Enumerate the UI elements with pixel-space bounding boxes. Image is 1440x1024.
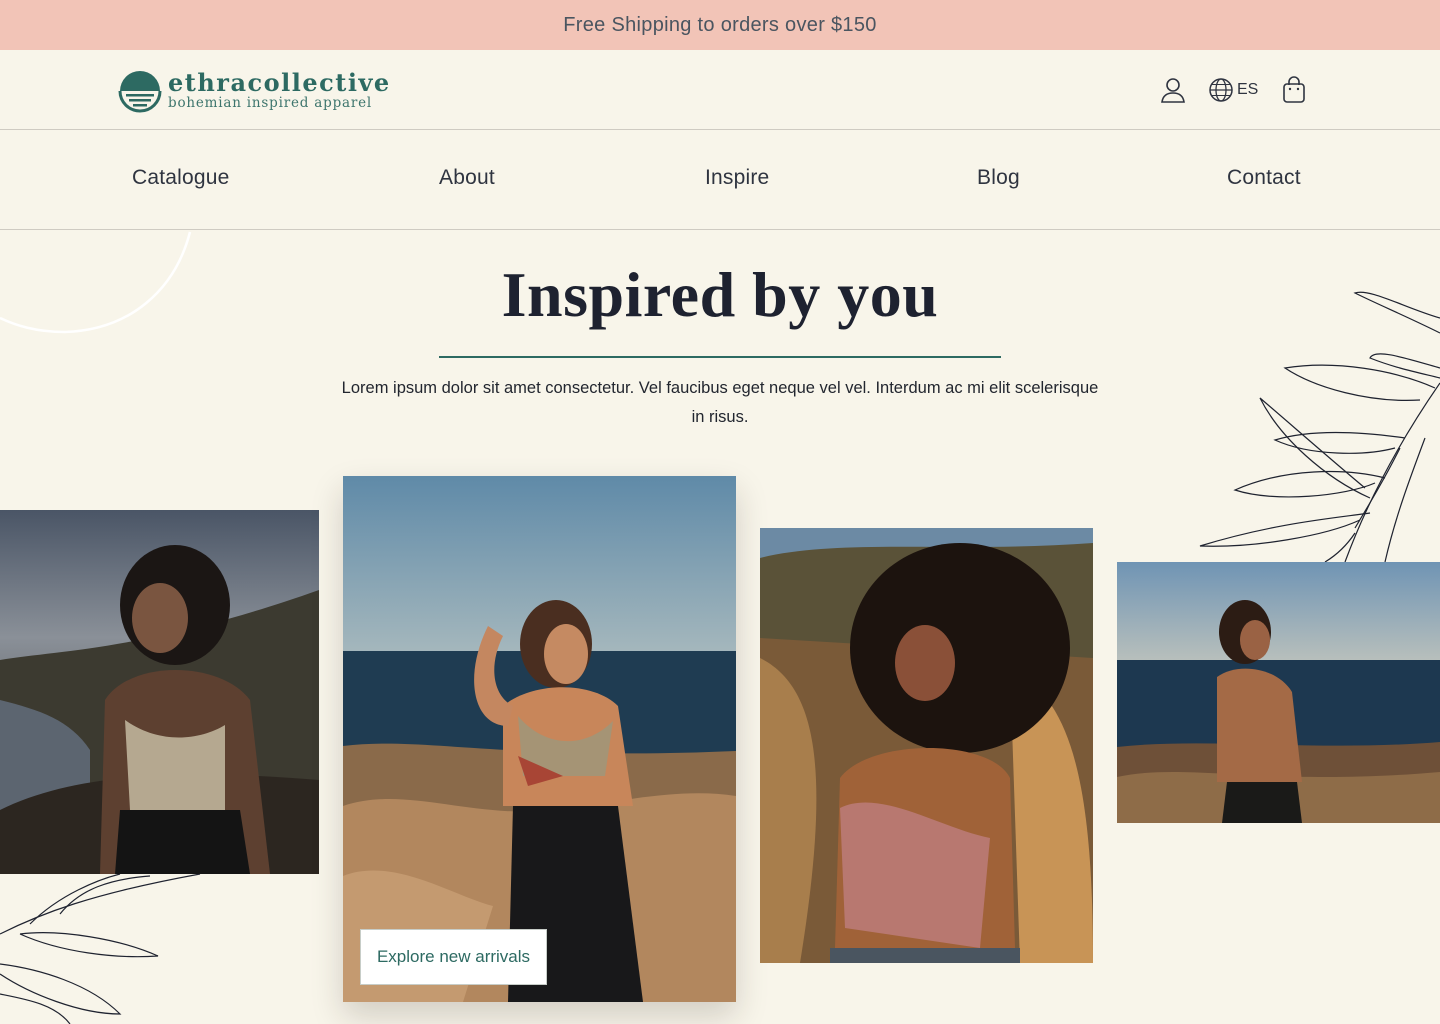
- gallery-photo-4[interactable]: [1117, 562, 1440, 823]
- user-icon: [1161, 78, 1185, 103]
- nav-item-about[interactable]: About: [439, 166, 495, 190]
- nav-item-contact[interactable]: Contact: [1227, 166, 1301, 190]
- brand-tagline: bohemian inspired apparel: [168, 95, 373, 112]
- hero-title: Inspired by you: [501, 259, 939, 330]
- nav-item-inspire[interactable]: Inspire: [705, 166, 769, 190]
- gallery-photo-3[interactable]: [760, 528, 1093, 963]
- main-nav: Catalogue About Inspire Blog Contact: [0, 130, 1440, 230]
- nav-item-blog[interactable]: Blog: [977, 166, 1020, 190]
- gallery-photo-1[interactable]: [0, 510, 319, 874]
- leaf-branch-illustration-bottom: [0, 874, 201, 1024]
- brand-logo[interactable]: ethracollective bohemian inspired appare…: [118, 67, 389, 115]
- shopping-bag-icon: [1283, 76, 1305, 103]
- explore-new-arrivals-button[interactable]: Explore new arrivals: [360, 929, 547, 985]
- language-label: ES: [1237, 81, 1259, 98]
- announcement-bar: Free Shipping to orders over $150: [0, 0, 1440, 50]
- cart-button[interactable]: [1282, 76, 1306, 104]
- nav-item-catalogue[interactable]: Catalogue: [132, 166, 230, 190]
- photo-image: [0, 510, 319, 874]
- brand-name: ethracollective: [168, 68, 391, 98]
- photo-image: [1117, 562, 1440, 823]
- photo-image: [343, 476, 736, 1002]
- globe-icon: [1209, 78, 1233, 102]
- site-header: ethracollective bohemian inspired appare…: [0, 50, 1440, 130]
- hero-description: Lorem ipsum dolor sit amet consectetur. …: [341, 379, 1099, 426]
- announcement-text: Free Shipping to orders over $150: [563, 13, 877, 36]
- logo-sun-icon: [118, 71, 162, 113]
- photo-image: [760, 528, 1093, 963]
- title-divider: [439, 356, 1001, 358]
- gallery-photo-featured[interactable]: [343, 476, 736, 1002]
- language-switcher[interactable]: ES: [1208, 76, 1258, 104]
- account-button[interactable]: [1160, 76, 1186, 104]
